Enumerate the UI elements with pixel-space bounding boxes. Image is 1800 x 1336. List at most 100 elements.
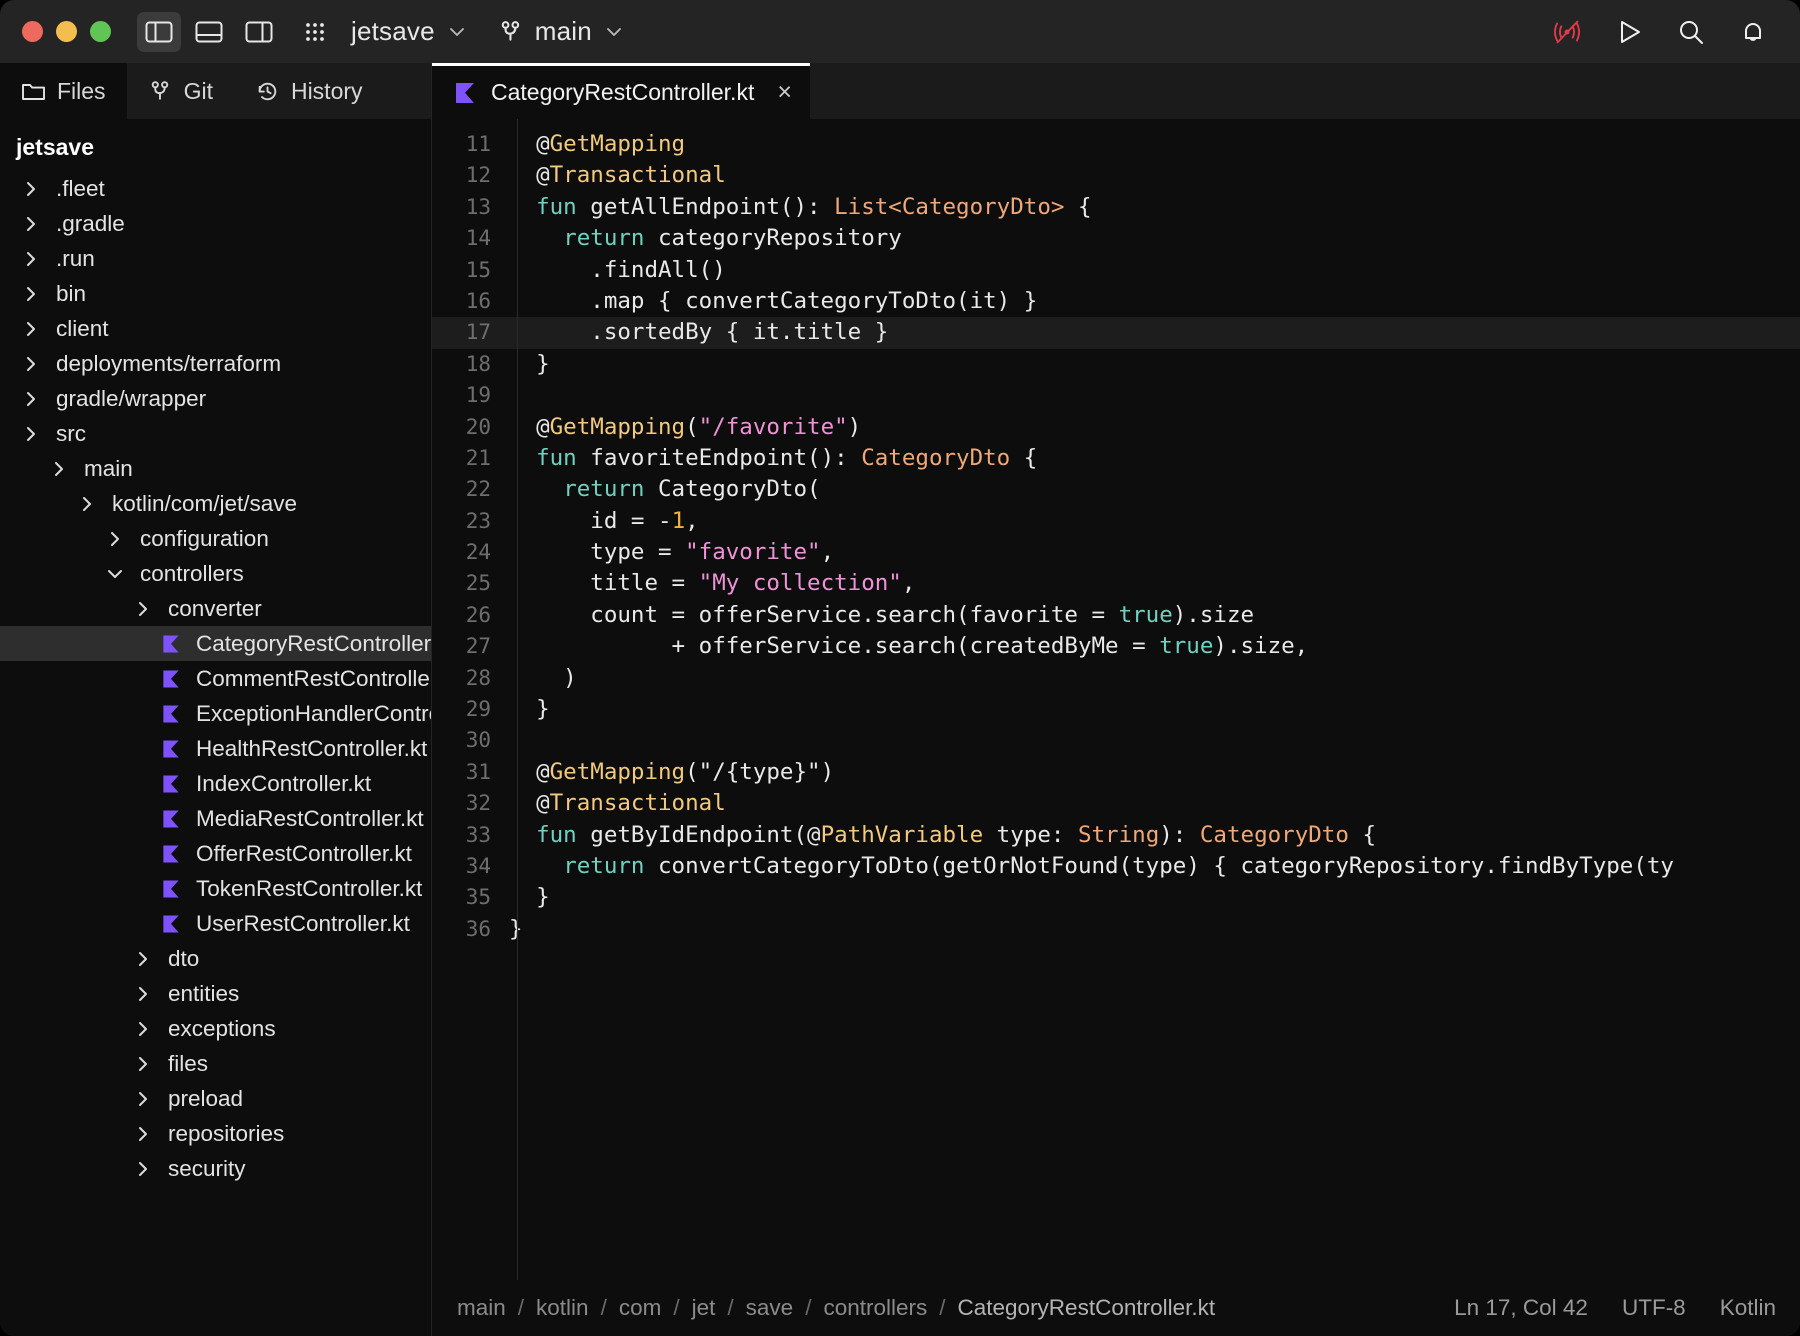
disclosure-toggle[interactable] (16, 389, 46, 409)
file-tree-file[interactable]: CategoryRestController.kt (0, 626, 431, 661)
code-line[interactable]: 15 .findAll() (431, 255, 1800, 286)
file-tree-folder[interactable]: dto (0, 941, 431, 976)
minimize-window-button[interactable] (56, 21, 77, 42)
disclosure-toggle[interactable] (128, 1124, 158, 1144)
file-tree-folder[interactable]: entities (0, 976, 431, 1011)
file-tree-folder[interactable]: files (0, 1046, 431, 1081)
file-tree-file[interactable]: UserRestController.kt (0, 906, 431, 941)
file-tree-folder[interactable]: repositories (0, 1116, 431, 1151)
breadcrumb-item[interactable]: CategoryRestController.kt (956, 1295, 1218, 1321)
breadcrumb-item[interactable]: controllers (821, 1295, 929, 1321)
code-line[interactable]: 30 (431, 725, 1800, 756)
disclosure-toggle[interactable] (16, 424, 46, 444)
breadcrumb-item[interactable]: save (744, 1295, 796, 1321)
branch-selector[interactable]: main (498, 16, 625, 47)
disclosure-toggle[interactable] (128, 1159, 158, 1179)
disclosure-toggle[interactable] (16, 179, 46, 199)
code-line[interactable]: 12 @Transactional (431, 160, 1800, 191)
file-tree-folder[interactable]: .fleet (0, 171, 431, 206)
disclosure-toggle[interactable] (128, 984, 158, 1004)
code-line[interactable]: 29 } (431, 694, 1800, 725)
code-line[interactable]: 28 ) (431, 663, 1800, 694)
file-tree-file[interactable]: ExceptionHandlerController.kt (0, 696, 431, 731)
breadcrumb-item[interactable]: com (617, 1295, 664, 1321)
broadcast-off-button[interactable] (1550, 15, 1584, 49)
notifications-button[interactable] (1736, 15, 1770, 49)
code-line[interactable]: 11 @GetMapping (431, 129, 1800, 160)
disclosure-toggle[interactable] (100, 564, 130, 584)
close-icon[interactable]: × (767, 80, 792, 105)
disclosure-toggle[interactable] (128, 1019, 158, 1039)
breadcrumb-item[interactable]: jet (690, 1295, 718, 1321)
file-tree-folder[interactable]: gradle/wrapper (0, 381, 431, 416)
left-panel-toggle-button[interactable] (137, 12, 181, 52)
close-window-button[interactable] (22, 21, 43, 42)
disclosure-toggle[interactable] (16, 319, 46, 339)
breadcrumb[interactable]: main/kotlin/com/jet/save/controllers/Cat… (455, 1295, 1217, 1321)
file-tree-folder[interactable]: security (0, 1151, 431, 1186)
code-line[interactable]: 33 fun getByIdEndpoint(@PathVariable typ… (431, 820, 1800, 851)
code-line[interactable]: 31 @GetMapping("/{type}") (431, 757, 1800, 788)
sidebar-tab-git[interactable]: Git (127, 63, 234, 119)
sidebar-tab-history[interactable]: History (234, 63, 384, 119)
file-tree-folder[interactable]: preload (0, 1081, 431, 1116)
code-line[interactable]: 24 type = "favorite", (431, 537, 1800, 568)
disclosure-toggle[interactable] (16, 214, 46, 234)
code-line[interactable]: 25 title = "My collection", (431, 568, 1800, 599)
caret-position[interactable]: Ln 17, Col 42 (1454, 1295, 1588, 1321)
code-line[interactable]: 18 } (431, 349, 1800, 380)
disclosure-toggle[interactable] (16, 284, 46, 304)
code-line[interactable]: 35 } (431, 882, 1800, 913)
file-tree-file[interactable]: CommentRestController.kt (0, 661, 431, 696)
sidebar-editor-divider[interactable] (431, 56, 432, 1336)
file-tree-folder[interactable]: client (0, 311, 431, 346)
file-tree-file[interactable]: OfferRestController.kt (0, 836, 431, 871)
disclosure-toggle[interactable] (72, 494, 102, 514)
disclosure-toggle[interactable] (128, 1089, 158, 1109)
file-tree-file[interactable]: HealthRestController.kt (0, 731, 431, 766)
file-tree-folder[interactable]: configuration (0, 521, 431, 556)
code-line[interactable]: 27 + offerService.search(createdByMe = t… (431, 631, 1800, 662)
run-button[interactable] (1612, 15, 1646, 49)
code-line[interactable]: 19 (431, 380, 1800, 411)
code-line[interactable]: 36} (431, 914, 1800, 945)
code-line[interactable]: 32 @Transactional (431, 788, 1800, 819)
breadcrumb-item[interactable]: main (455, 1295, 508, 1321)
disclosure-toggle[interactable] (128, 599, 158, 619)
code-line[interactable]: 20 @GetMapping("/favorite") (431, 412, 1800, 443)
file-tree-file[interactable]: IndexController.kt (0, 766, 431, 801)
file-tree-folder[interactable]: deployments/terraform (0, 346, 431, 381)
code-line[interactable]: 17 .sortedBy { it.title } (431, 317, 1800, 348)
code-line[interactable]: 14 return categoryRepository (431, 223, 1800, 254)
file-tree-folder[interactable]: exceptions (0, 1011, 431, 1046)
zoom-window-button[interactable] (90, 21, 111, 42)
code-line[interactable]: 21 fun favoriteEndpoint(): CategoryDto { (431, 443, 1800, 474)
file-tree-folder[interactable]: src (0, 416, 431, 451)
editor-tab-categoryrestcontroller[interactable]: CategoryRestController.kt × (431, 63, 810, 119)
file-tree-file[interactable]: TokenRestController.kt (0, 871, 431, 906)
project-selector[interactable]: jetsave (351, 16, 468, 47)
disclosure-toggle[interactable] (128, 949, 158, 969)
code-line[interactable]: 16 .map { convertCategoryToDto(it) } (431, 286, 1800, 317)
code-area[interactable]: 11 @GetMapping12 @Transactional13 fun ge… (431, 119, 1800, 1280)
code-line[interactable]: 22 return CategoryDto( (431, 474, 1800, 505)
file-tree-folder[interactable]: converter (0, 591, 431, 626)
bottom-panel-toggle-button[interactable] (187, 12, 231, 52)
disclosure-toggle[interactable] (44, 459, 74, 479)
file-tree-folder[interactable]: main (0, 451, 431, 486)
search-button[interactable] (1674, 15, 1708, 49)
file-tree-folder[interactable]: kotlin/com/jet/save (0, 486, 431, 521)
code-line[interactable]: 23 id = -1, (431, 506, 1800, 537)
file-tree-folder[interactable]: controllers (0, 556, 431, 591)
file-tree[interactable]: jetsave .fleet.gradle.runbinclientdeploy… (0, 119, 431, 1336)
file-tree-folder[interactable]: .run (0, 241, 431, 276)
disclosure-toggle[interactable] (16, 354, 46, 374)
file-tree-file[interactable]: MediaRestController.kt (0, 801, 431, 836)
file-tree-folder[interactable]: bin (0, 276, 431, 311)
right-panel-toggle-button[interactable] (237, 12, 281, 52)
code-line[interactable]: 26 count = offerService.search(favorite … (431, 600, 1800, 631)
breadcrumb-item[interactable]: kotlin (534, 1295, 591, 1321)
disclosure-toggle[interactable] (100, 529, 130, 549)
code-line[interactable]: 13 fun getAllEndpoint(): List<CategoryDt… (431, 192, 1800, 223)
file-language[interactable]: Kotlin (1720, 1295, 1776, 1321)
